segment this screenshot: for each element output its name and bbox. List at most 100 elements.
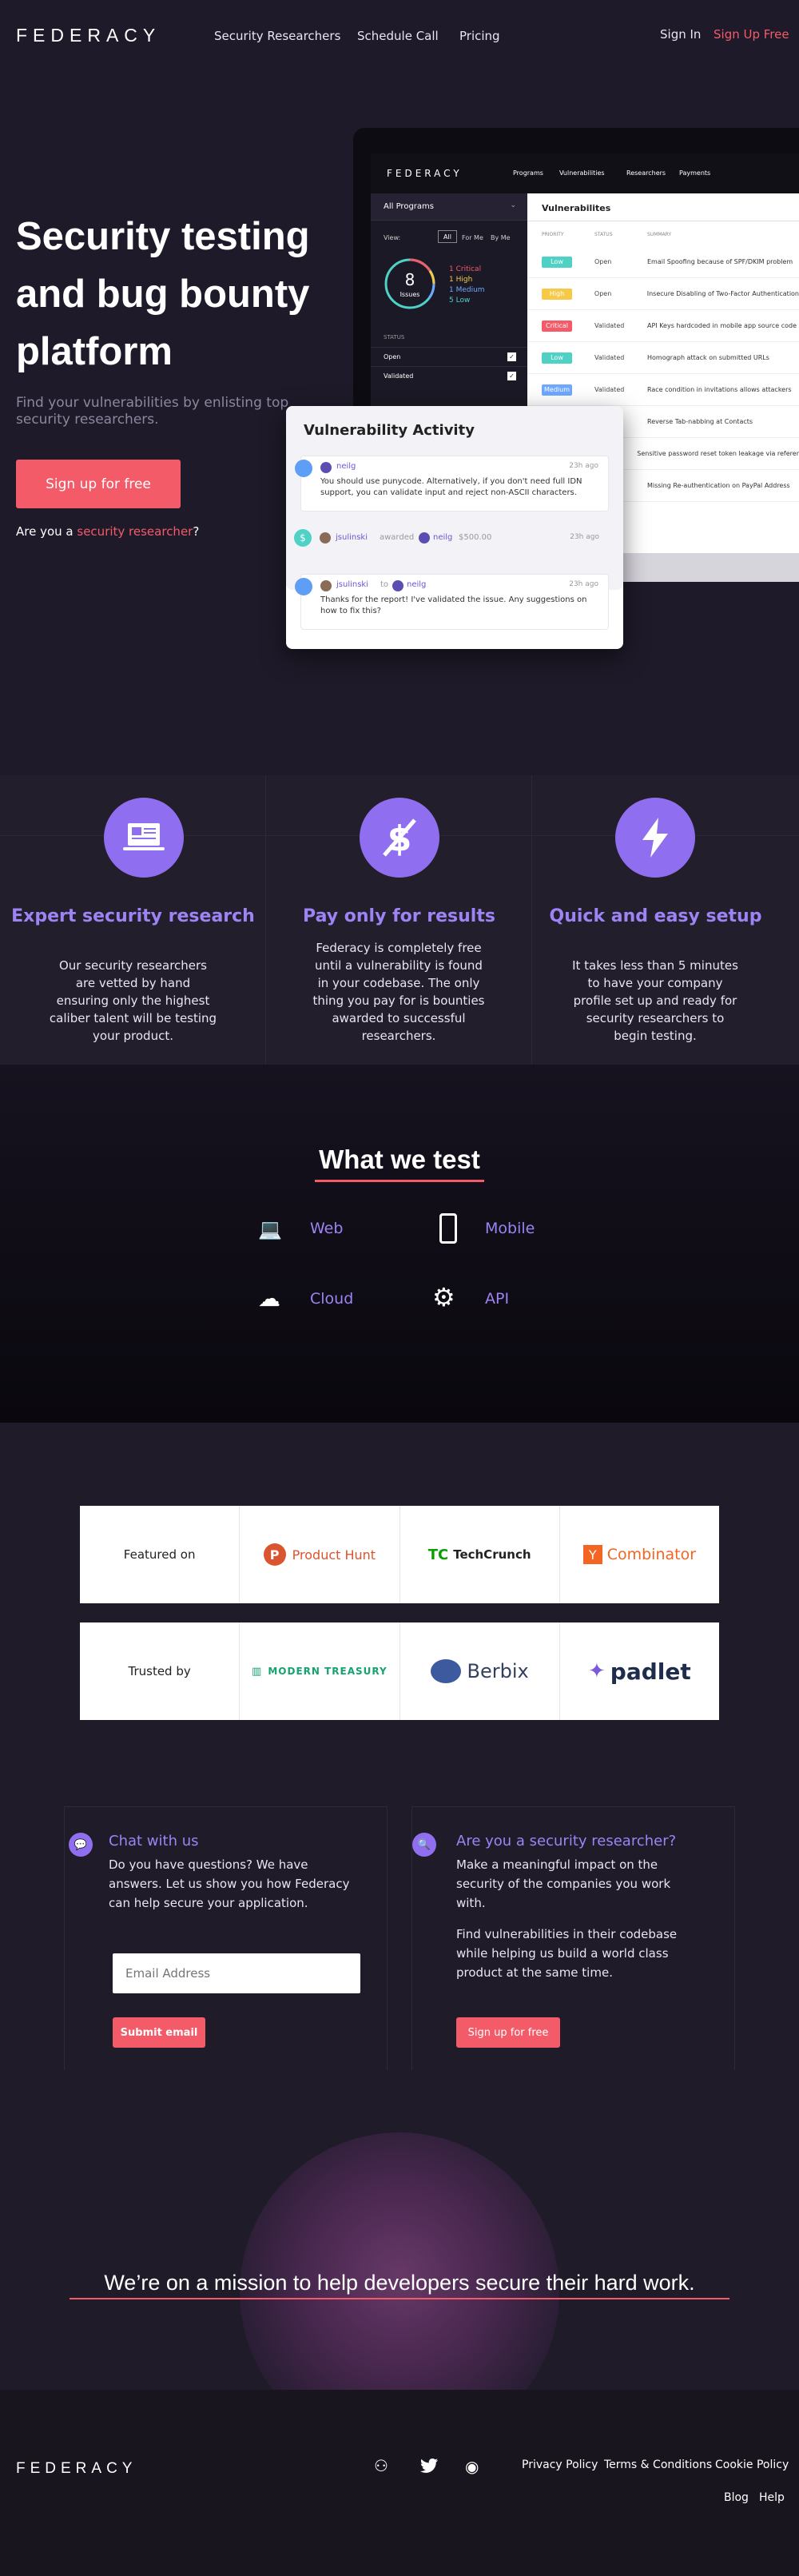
feature-quick-setup: Quick and easy setup It takes less than …: [532, 775, 798, 1065]
comment-icon: [295, 578, 312, 595]
feature-title: Expert security research: [11, 906, 255, 926]
activity-title: Vulnerability Activity: [304, 422, 475, 439]
activity-text: You should use punycode. Alternatively, …: [320, 477, 582, 497]
severity-critical: 1 Critical: [449, 265, 482, 273]
footer-terms[interactable]: Terms & Conditions: [604, 2459, 712, 2471]
email-input[interactable]: [113, 1953, 360, 1993]
checkbox-icon: ✓: [507, 352, 516, 361]
researcher-text-2: Find vulnerabilities in their codebase w…: [456, 1927, 678, 1980]
vuln-status: Open: [594, 290, 612, 297]
footer-blog[interactable]: Blog: [724, 2491, 749, 2504]
activity-comment: neilg 23h ago You should use punycode. A…: [295, 456, 609, 512]
vuln-summary: Sensitive password reset token leakage v…: [637, 450, 799, 457]
mission-underline: [70, 2298, 729, 2299]
vuln-status: Open: [594, 258, 612, 265]
footer-help[interactable]: Help: [759, 2491, 785, 2504]
vuln-row[interactable]: Low Validated Homograph attack on submitte…: [527, 342, 799, 374]
researcher-signup-button[interactable]: Sign up for free: [456, 2017, 560, 2048]
panel-title: Vulnerabilites: [542, 203, 611, 213]
view-tab-by-me: By Me: [491, 234, 511, 241]
col-summary: SUMMARY: [647, 232, 672, 237]
priority-badge: Medium: [542, 384, 572, 396]
submit-email-button[interactable]: Submit email: [113, 2017, 205, 2048]
footer-privacy-policy[interactable]: Privacy Policy: [522, 2459, 598, 2471]
feature-text: Our security researchers are vetted by h…: [49, 958, 217, 1043]
twitter-icon[interactable]: [419, 2459, 439, 2474]
brand-logo[interactable]: FEDERACY: [16, 25, 161, 46]
vuln-status: Validated: [594, 322, 625, 329]
comment-icon: [295, 460, 312, 477]
hero-subtitle: Find your vulnerabilities by enlisting t…: [16, 395, 289, 428]
app-nav-researchers: Researchers: [626, 169, 666, 177]
hero-signup-button[interactable]: Sign up for free: [16, 460, 181, 508]
view-tab-all: All: [438, 230, 457, 243]
vuln-summary: Missing Re-authentication on PayPal Addr…: [647, 482, 790, 489]
priority-badge: Low: [542, 256, 572, 268]
vuln-status: Validated: [594, 354, 625, 361]
researcher-prompt: Are you a security researcher?: [16, 524, 200, 539]
vuln-row[interactable]: Low Open Email Spoofing because of SPF/DKI…: [527, 246, 799, 278]
nav-pricing[interactable]: Pricing: [459, 29, 500, 43]
top-navigation: FEDERACY Security Researchers Schedule C…: [0, 0, 799, 72]
chat-text: Do you have questions? We have answers. …: [109, 1857, 350, 1910]
padlet-logo[interactable]: ✦ padlet: [560, 1622, 719, 1720]
berbix-logo[interactable]: Berbix: [400, 1622, 560, 1720]
techcrunch-logo[interactable]: TC TechCrunch: [400, 1506, 560, 1603]
dollar-icon: $: [294, 529, 312, 547]
footer-brand-logo[interactable]: FEDERACY: [16, 2460, 137, 2478]
status-open: Open: [384, 353, 401, 360]
footer-cookie-policy[interactable]: Cookie Policy: [715, 2459, 789, 2471]
test-cloud: Cloud: [310, 1290, 354, 1308]
padlet-icon: ✦: [588, 1659, 606, 1683]
researcher-card: 🔍 Are you a security researcher? Make a …: [411, 1806, 735, 2082]
modern-treasury-logo[interactable]: ▥ MODERN TREASURY: [240, 1622, 400, 1720]
feature-text: It takes less than 5 minutes to have you…: [572, 958, 738, 1043]
hero-section: Security testing and bug bounty platform…: [0, 72, 799, 775]
activity-time: 23h ago: [569, 462, 598, 470]
magnifier-icon: 🔍: [412, 1833, 436, 1857]
activity-user[interactable]: neilg: [336, 462, 356, 471]
reddit-icon[interactable]: ◉: [465, 2457, 479, 2476]
techcrunch-icon: TC: [427, 1546, 449, 1563]
nav-security-researchers[interactable]: Security Researchers: [214, 29, 340, 43]
vuln-row[interactable]: Critical Validated API Keys hardcoded in m…: [527, 310, 799, 342]
feature-title: Quick and easy setup: [549, 906, 762, 926]
all-programs-label: All Programs: [384, 202, 434, 211]
title-underline: [315, 1180, 484, 1182]
lightning-icon: [615, 798, 695, 878]
security-researcher-link[interactable]: security researcher: [77, 524, 193, 539]
no-dollar-icon: $: [360, 798, 439, 878]
sign-up-link[interactable]: Sign Up Free: [714, 27, 789, 42]
view-label: View:: [384, 234, 401, 241]
vuln-status: Validated: [594, 386, 625, 393]
researcher-text-1: Make a meaningful impact on the security…: [456, 1857, 671, 1910]
checkbox-icon: ✓: [507, 372, 516, 380]
vulnerability-activity-card: Vulnerability Activity neilg 23h ago You…: [286, 406, 623, 649]
contact-section: 💬 Chat with us Do you have questions? We…: [0, 1806, 799, 2082]
status-validated: Validated: [384, 372, 414, 380]
feature-pay-for-results: $ Pay only for results Federacy is compl…: [266, 775, 532, 1065]
partners-section: Featured on P Product Hunt TC TechCrunch Y…: [0, 1423, 799, 1806]
y-combinator-logo[interactable]: Y Combinator: [560, 1506, 719, 1603]
sign-in-link[interactable]: Sign In: [660, 27, 701, 42]
vuln-row[interactable]: High Open Insecure Disabling of Two-Factor…: [527, 278, 799, 310]
mission-section: We’re on a mission to help developers se…: [0, 2070, 799, 2452]
y-combinator-icon: Y: [582, 1545, 602, 1564]
features-section: Expert security research Our security re…: [0, 775, 799, 1065]
product-hunt-logo[interactable]: P Product Hunt: [240, 1506, 400, 1603]
award-amount: $500.00: [459, 533, 492, 542]
priority-badge: Low: [542, 352, 572, 364]
chevron-down-icon: ⌄: [510, 201, 516, 209]
researcher-title: Are you a security researcher?: [456, 1833, 677, 1849]
activity-user[interactable]: jsulinski: [336, 533, 368, 542]
bugcrowd-icon[interactable]: ⚇: [374, 2456, 388, 2475]
hero-title: Security testing and bug bounty platform: [16, 215, 310, 373]
vuln-summary: Insecure Disabling of Two-Factor Authent…: [646, 290, 799, 297]
berbix-icon: [430, 1659, 461, 1683]
vuln-row[interactable]: Medium Validated Race condition in invitat…: [527, 374, 799, 406]
vuln-summary: API Keys hardcoded in mobile app source …: [647, 322, 797, 329]
trusted-by-box: Trusted by ▥ MODERN TREASURY Berbix ✦ padl…: [80, 1622, 719, 1720]
nav-schedule-call[interactable]: Schedule Call: [357, 29, 439, 43]
product-hunt-icon: P: [263, 1543, 286, 1566]
app-nav-vulnerabilities: Vulnerabilities: [559, 169, 605, 177]
